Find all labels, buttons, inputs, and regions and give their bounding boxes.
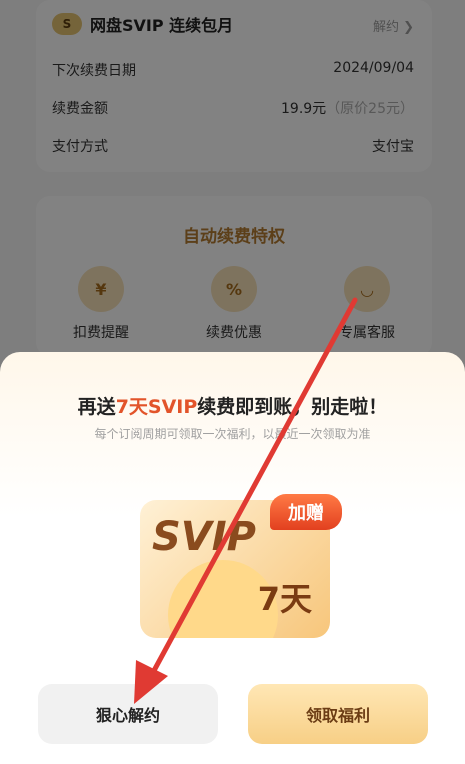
- modal-title-highlight: 7天SVIP: [115, 396, 198, 418]
- retention-modal: 再送7天SVIP续费即到账，别走啦！ 每个订阅周期可领取一次福利，以最近一次领取…: [0, 352, 465, 764]
- modal-title: 再送7天SVIP续费即到账，别走啦！: [0, 392, 465, 419]
- bonus-badge: 加赠: [270, 494, 342, 530]
- claim-benefit-button[interactable]: 领取福利: [248, 684, 428, 744]
- modal-title-prefix: 再送: [77, 396, 116, 418]
- modal-subtitle: 每个订阅周期可领取一次福利，以最近一次领取为准: [94, 427, 371, 441]
- modal-title-suffix: 续费即到账，别走啦！: [197, 396, 388, 418]
- gift-brand: SVIP: [152, 514, 256, 560]
- confirm-cancel-button[interactable]: 狠心解约: [38, 684, 218, 744]
- gift-days: 7天: [257, 580, 312, 618]
